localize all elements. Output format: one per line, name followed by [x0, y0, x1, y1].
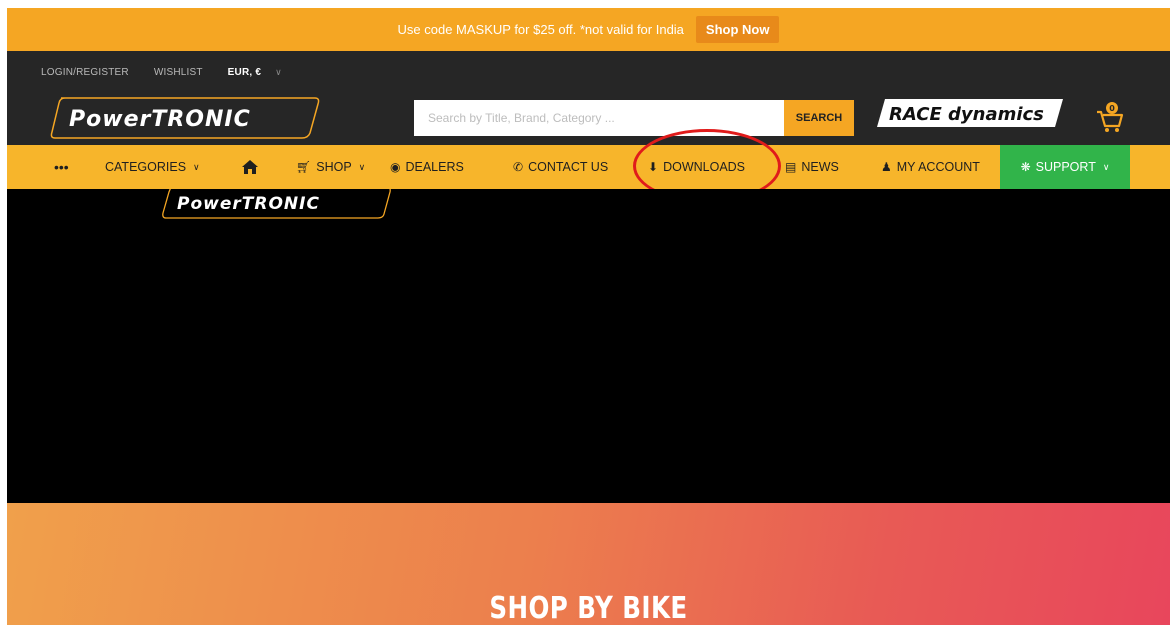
- nav-support[interactable]: ❋ SUPPORT ∨: [1000, 145, 1130, 189]
- cart-count: 0: [1109, 104, 1115, 113]
- race-dynamics-text: RACE dynamics: [889, 104, 1044, 125]
- cart-icon: 🛒︎: [296, 160, 312, 174]
- nav-support-label: SUPPORT: [1035, 160, 1096, 174]
- globe-icon: ◉: [390, 160, 401, 174]
- search-button[interactable]: SEARCH: [784, 100, 854, 136]
- home-icon: [242, 160, 258, 174]
- nav-shop[interactable]: 🛒︎ SHOP ∨: [296, 145, 365, 189]
- chevron-down-icon: ∨: [275, 66, 282, 77]
- race-dynamics-logo[interactable]: RACE dynamics: [875, 97, 1065, 131]
- hero-banner: PowerTRONIC: [7, 189, 1170, 503]
- promo-text: Use code MASKUP for $25 off. *not valid …: [397, 22, 684, 37]
- promo-bar: Use code MASKUP for $25 off. *not valid …: [7, 8, 1170, 51]
- nav-downloads-label: DOWNLOADS: [663, 160, 746, 174]
- download-icon: ⬇: [648, 160, 659, 174]
- nav-news[interactable]: ▤ NEWS: [785, 145, 839, 189]
- currency-selector[interactable]: EUR, €: [228, 67, 261, 78]
- nav-my-account-label: MY ACCOUNT: [896, 160, 980, 174]
- hero-logo-text: PowerTRONIC: [177, 194, 320, 214]
- more-icon: •••: [54, 159, 69, 175]
- header: PowerTRONIC SEARCH RACE dynamics 0: [7, 93, 1170, 145]
- account-bar: LOGIN/REGISTER WISHLIST EUR, € ∨: [7, 51, 1170, 93]
- nav-contact-label: CONTACT US: [528, 160, 609, 174]
- nav-my-account[interactable]: ♟ MY ACCOUNT: [881, 145, 980, 189]
- shop-by-bike-title: SHOP BY BIKE: [489, 591, 688, 625]
- nav-dealers[interactable]: ◉ DEALERS: [390, 145, 464, 189]
- search-bar: SEARCH: [414, 100, 854, 136]
- chevron-down-icon: ∨: [193, 161, 200, 172]
- nav-home[interactable]: [241, 145, 259, 189]
- page-frame: Use code MASKUP for $25 off. *not valid …: [7, 8, 1170, 625]
- support-icon: ❋: [1020, 160, 1031, 174]
- nav-more[interactable]: •••: [54, 145, 69, 189]
- news-icon: ▤: [785, 160, 797, 174]
- login-register-link[interactable]: LOGIN/REGISTER: [41, 67, 129, 78]
- cart-icon[interactable]: 0: [1095, 100, 1125, 134]
- shop-by-bike-section: SHOP BY BIKE: [7, 503, 1170, 625]
- powertronic-logo[interactable]: PowerTRONIC: [47, 95, 322, 141]
- phone-icon: ✆: [513, 160, 524, 174]
- logo-text: PowerTRONIC: [69, 107, 251, 132]
- shop-now-button[interactable]: Shop Now: [695, 16, 780, 43]
- nav-news-label: NEWS: [801, 160, 839, 174]
- nav-shop-label: SHOP: [316, 160, 352, 174]
- wishlist-link[interactable]: WISHLIST: [154, 67, 203, 78]
- search-input[interactable]: [414, 100, 784, 136]
- nav-categories[interactable]: CATEGORIES ∨: [105, 145, 200, 189]
- nav-downloads[interactable]: ⬇ DOWNLOADS: [648, 145, 745, 189]
- nav-categories-label: CATEGORIES: [105, 160, 187, 174]
- chevron-down-icon: ∨: [1102, 161, 1110, 172]
- chevron-down-icon: ∨: [358, 161, 366, 172]
- hero-powertronic-logo: PowerTRONIC: [162, 189, 391, 219]
- nav-contact[interactable]: ✆ CONTACT US: [513, 145, 608, 189]
- user-icon: ♟: [881, 160, 892, 174]
- main-nav: ••• CATEGORIES ∨ 🛒︎ SHOP ∨ ◉ DEALERS ✆ C…: [7, 145, 1170, 189]
- nav-dealers-label: DEALERS: [405, 160, 464, 174]
